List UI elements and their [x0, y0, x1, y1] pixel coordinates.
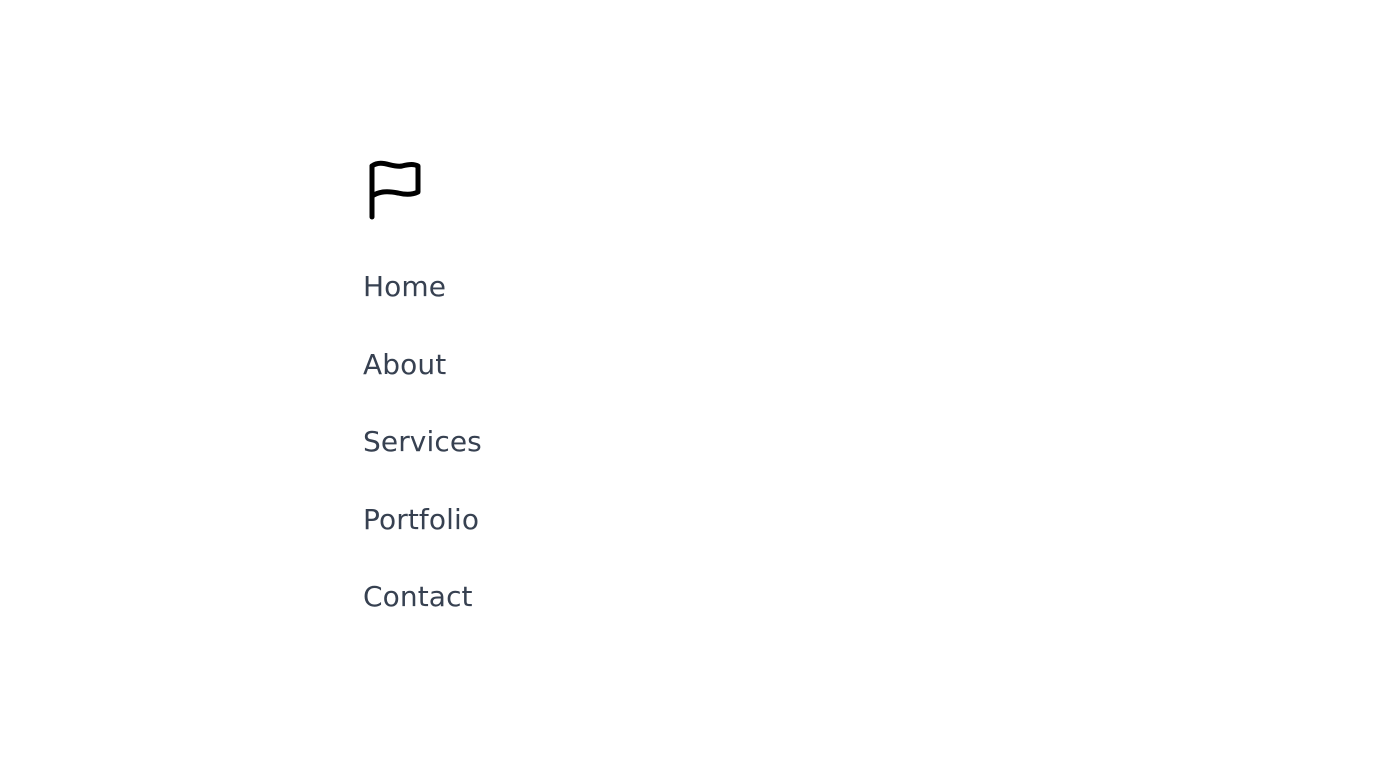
nav-link-about[interactable]: About: [363, 348, 446, 382]
nav-link-portfolio[interactable]: Portfolio: [363, 503, 479, 537]
nav-item-services: Services: [363, 425, 763, 503]
nav-link-contact[interactable]: Contact: [363, 580, 473, 614]
nav-item-home: Home: [363, 270, 763, 348]
nav-item-portfolio: Portfolio: [363, 503, 763, 581]
nav-item-contact: Contact: [363, 580, 763, 658]
flag-icon: [368, 160, 424, 220]
nav-link-home[interactable]: Home: [363, 270, 446, 304]
nav-item-about: About: [363, 348, 763, 426]
logo-link[interactable]: [368, 160, 424, 220]
main-navigation: Home About Services Portfolio Contact: [363, 160, 763, 658]
nav-list: Home About Services Portfolio Contact: [363, 270, 763, 658]
nav-link-services[interactable]: Services: [363, 425, 482, 459]
